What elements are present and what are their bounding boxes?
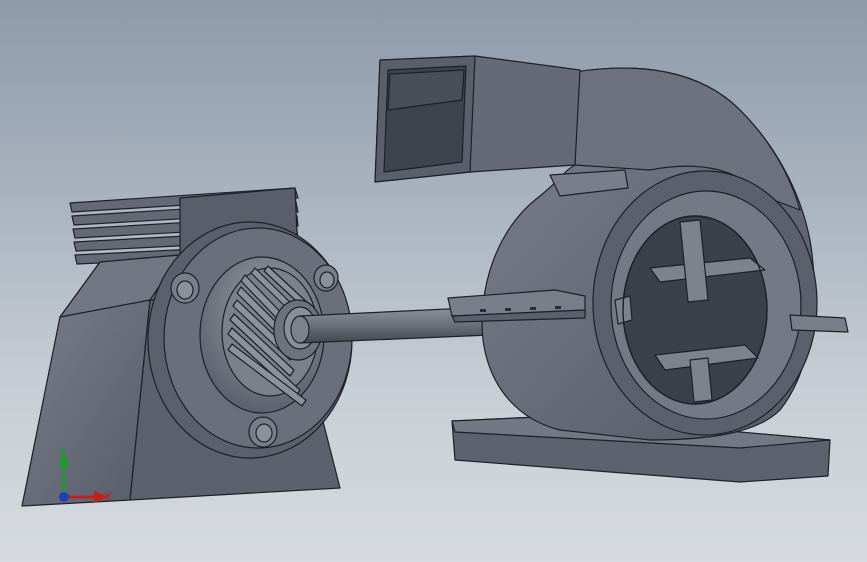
triad-y-label: Y	[59, 446, 67, 458]
outlet-duct	[374, 55, 581, 183]
blower-assembly[interactable]	[374, 55, 849, 483]
bearing-bracket	[447, 289, 586, 323]
motor-assembly[interactable]	[21, 187, 353, 507]
cad-3d-viewport[interactable]: Y Y	[0, 0, 867, 562]
triad-x-label: Y	[104, 491, 112, 503]
